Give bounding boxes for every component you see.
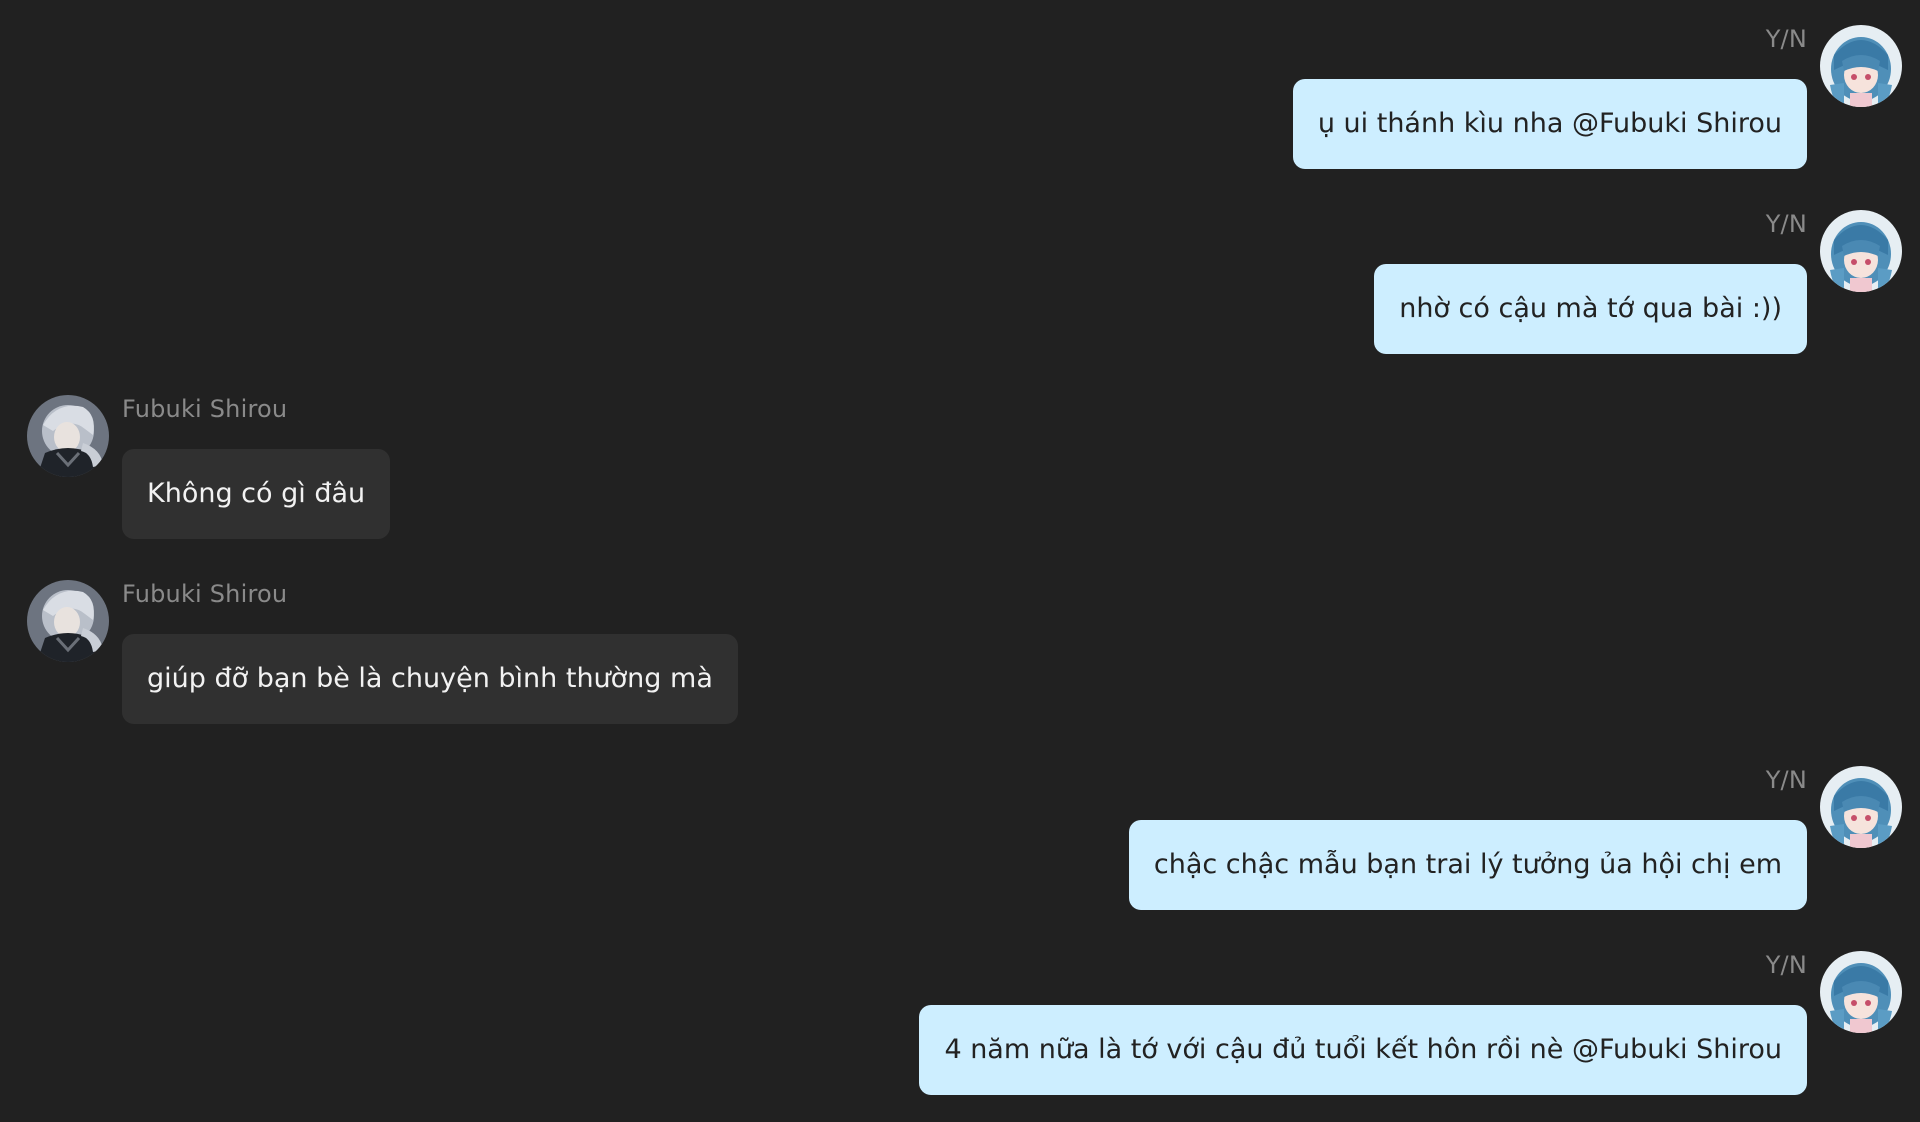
yn-avatar[interactable] bbox=[1820, 210, 1902, 292]
yn-avatar[interactable] bbox=[1820, 766, 1902, 848]
yn-avatar[interactable] bbox=[1820, 25, 1902, 107]
sender-name: Y/N bbox=[1765, 951, 1807, 979]
fubuki-avatar[interactable] bbox=[27, 395, 109, 477]
sender-name: Y/N bbox=[1765, 766, 1807, 794]
chat-log: Y/N ụ ui thánh kìu nha @Fubuki Shirou Y/… bbox=[0, 0, 1920, 1122]
yn-avatar[interactable] bbox=[1820, 951, 1902, 1033]
message-bubble[interactable]: chậc chậc mẫu bạn trai lý tưởng ủa hội c… bbox=[1128, 820, 1807, 910]
message-bubble[interactable]: ụ ui thánh kìu nha @Fubuki Shirou bbox=[1292, 79, 1807, 169]
sender-name: Y/N bbox=[1765, 210, 1807, 238]
message-bubble[interactable]: Không có gì đâu bbox=[122, 449, 391, 539]
sender-name: Fubuki Shirou bbox=[122, 395, 288, 423]
message-bubble[interactable]: nhờ có cậu mà tớ qua bài :)) bbox=[1374, 264, 1807, 354]
sender-name: Y/N bbox=[1765, 25, 1807, 53]
message-bubble[interactable]: giúp đỡ bạn bè là chuyện bình thường mà bbox=[122, 634, 738, 724]
message-bubble[interactable]: 4 năm nữa là tớ với cậu đủ tuổi kết hôn … bbox=[919, 1005, 1807, 1095]
sender-name: Fubuki Shirou bbox=[122, 580, 288, 608]
fubuki-avatar[interactable] bbox=[27, 580, 109, 662]
